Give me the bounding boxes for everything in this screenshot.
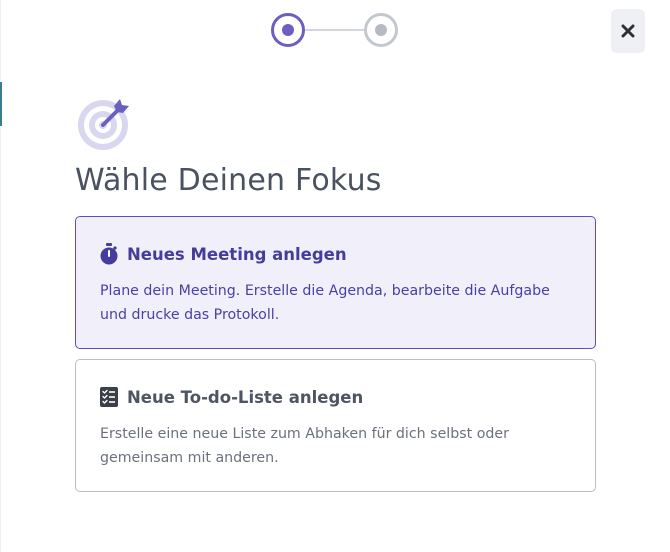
background-edge-accent xyxy=(0,82,2,126)
option-description: Erstelle eine neue Liste zum Abhaken für… xyxy=(100,426,509,466)
option-header: Neues Meeting anlegen xyxy=(99,243,347,265)
step-1-dot xyxy=(282,24,294,36)
step-connector xyxy=(305,29,364,31)
step-2-dot xyxy=(375,24,387,36)
target-icon xyxy=(78,99,129,150)
option-description: Plane dein Meeting. Erstelle die Agenda,… xyxy=(100,283,550,323)
checklist-icon xyxy=(99,386,119,408)
close-icon xyxy=(621,24,635,38)
step-indicator xyxy=(270,13,402,51)
close-button[interactable] xyxy=(611,9,645,53)
option-title: Neue To-do-Liste anlegen xyxy=(127,387,364,407)
option-header: Neue To-do-Liste anlegen xyxy=(99,386,363,408)
stopwatch-icon xyxy=(99,243,119,265)
option-new-meeting[interactable]: Neues Meeting anlegen Plane dein Meeting… xyxy=(75,216,596,349)
focus-dialog: Wähle Deinen Fokus Neues Meeting anlegen… xyxy=(0,0,670,552)
step-1-active[interactable] xyxy=(271,13,305,47)
page-title: Wähle Deinen Fokus xyxy=(75,163,382,198)
option-new-todo-list[interactable]: Neue To-do-Liste anlegen Erstelle eine n… xyxy=(75,359,596,492)
step-2-inactive[interactable] xyxy=(364,13,398,47)
option-title: Neues Meeting anlegen xyxy=(127,244,347,264)
